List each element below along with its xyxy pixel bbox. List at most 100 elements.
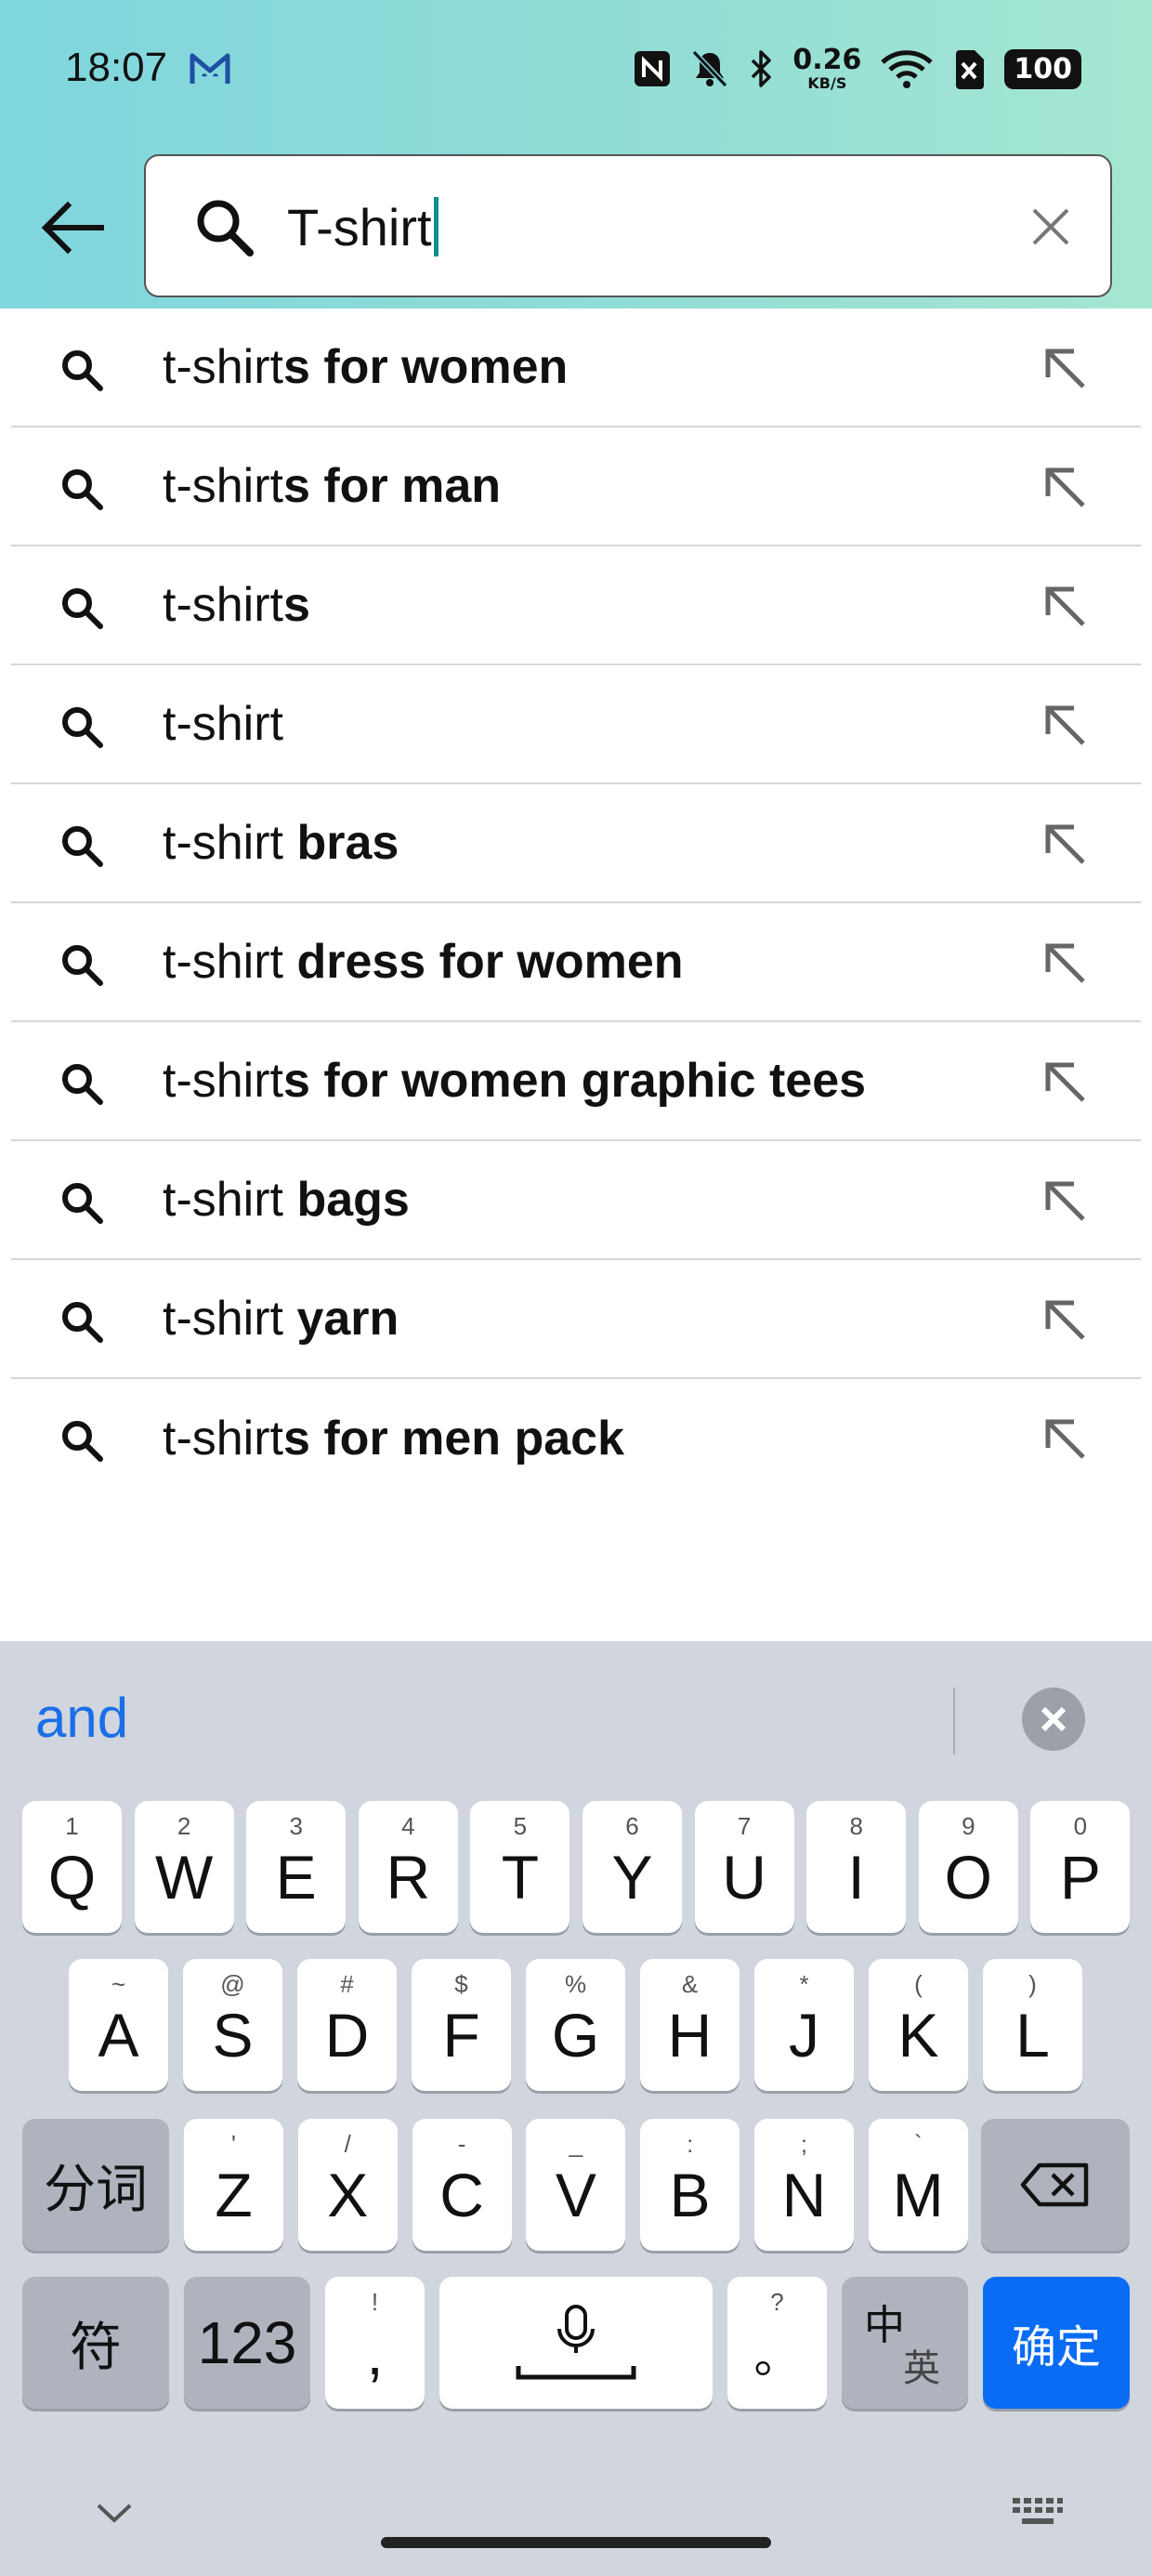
key-hint: * (799, 1970, 809, 1998)
wifi-icon (881, 50, 934, 88)
search-icon (62, 1064, 103, 1105)
net-speed-unit: KB/S (807, 74, 847, 92)
suggestion-item[interactable]: t-shirt yarn (11, 1260, 1141, 1379)
suggestion-text: t-shirts for women (163, 339, 568, 395)
number-key[interactable]: 123 (184, 2277, 310, 2409)
fill-query-arrow-icon[interactable] (1039, 461, 1091, 513)
key-letter[interactable]: -C (412, 2119, 512, 2251)
key-letter[interactable]: ; N (754, 2119, 854, 2251)
key-letter[interactable]: 6Y (583, 1801, 682, 1933)
suggestion-completion: yarn (296, 1292, 399, 1346)
key-label: A (98, 2001, 139, 2070)
confirm-key[interactable]: 确定 (983, 2277, 1130, 2409)
space-key[interactable] (439, 2277, 713, 2409)
key-label: S (212, 2001, 254, 2070)
key-letter[interactable]: 7U (694, 1801, 794, 1933)
clear-search-icon[interactable] (1028, 204, 1073, 249)
suggestion-item[interactable]: t-shirts for women graphic tees (11, 1022, 1141, 1141)
key-letter[interactable]: ' Z (184, 2119, 283, 2251)
key-hint: 6 (625, 1812, 639, 1840)
suggestion-item[interactable]: t-shirts for man (11, 427, 1141, 546)
search-box[interactable]: T-shirt (144, 154, 1112, 297)
back-button[interactable] (37, 191, 108, 265)
key-label: C (439, 2161, 484, 2229)
suggestion-prefix: t-shirt (163, 935, 297, 989)
language-key-bottom: 英 (903, 2347, 940, 2390)
key-letter[interactable]: % G (526, 1959, 625, 2091)
key-letter[interactable]: ` M (868, 2119, 968, 2251)
language-key-top: 中 (864, 2302, 905, 2349)
number-key-label: 123 (197, 2309, 297, 2376)
backspace-key[interactable] (981, 2119, 1130, 2251)
key-label: K (897, 2001, 939, 2070)
fill-query-arrow-icon[interactable] (1039, 580, 1091, 632)
key-letter[interactable]: @ S (183, 1959, 282, 2091)
suggestion-item[interactable]: t-shirts for men pack (11, 1379, 1141, 1498)
suggestion-item[interactable]: t-shirts for women (11, 309, 1141, 427)
fill-query-arrow-icon[interactable] (1039, 342, 1091, 394)
header: 18:07 0.26 KB/S 100 T-shirt (0, 0, 1152, 309)
candidate-word[interactable]: and (35, 1686, 128, 1750)
key-letter[interactable]: 9O (918, 1801, 1018, 1933)
fill-query-arrow-icon[interactable] (1039, 1056, 1091, 1108)
suggestion-item[interactable]: t-shirt bras (11, 784, 1141, 903)
key-hint: ' (231, 2130, 236, 2158)
suggestion-prefix: t-shirt (163, 340, 283, 394)
suggestion-item[interactable]: t-shirt bags (11, 1141, 1141, 1260)
suggestion-completion: bras (296, 816, 399, 870)
key-letter[interactable]: _ V (526, 2119, 626, 2251)
key-hint: # (340, 1970, 354, 1998)
fill-query-arrow-icon[interactable] (1039, 1175, 1091, 1227)
comma-key[interactable]: !, (325, 2277, 425, 2409)
key-letter[interactable]: 4R (358, 1801, 458, 1933)
key-letter[interactable]: 2W (134, 1801, 234, 1933)
segment-key[interactable]: 分词 (22, 2119, 169, 2251)
key-letter[interactable]: (K (869, 1959, 968, 2091)
key-hint: @ (220, 1970, 245, 1998)
fill-query-arrow-icon[interactable] (1039, 699, 1091, 751)
key-letter[interactable]: * J (754, 1959, 854, 2091)
suggestion-item[interactable]: t-shirt dress for women (11, 903, 1141, 1022)
collapse-keyboard-icon[interactable] (93, 2500, 136, 2528)
key-letter[interactable]: ) L (983, 1959, 1082, 2091)
key-letter[interactable]: 5T (470, 1801, 570, 1933)
key-letter[interactable]: 1Q (22, 1801, 122, 1933)
bluetooth-icon (752, 50, 772, 87)
key-letter[interactable]: 3E (246, 1801, 347, 1933)
keyboard-switch-icon[interactable] (1011, 2494, 1065, 2531)
key-hint: 9 (962, 1812, 975, 1840)
key-hint: 0 (1073, 1812, 1088, 1840)
key-letter[interactable]: ~ A (69, 1959, 168, 2091)
key-letter[interactable]: # D (297, 1959, 397, 2091)
status-icons: 0.26 KB/S 100 (633, 41, 1081, 97)
symbol-key[interactable]: 符 (22, 2277, 169, 2409)
language-switch-key[interactable]: 中英 (842, 2277, 968, 2409)
search-icon (62, 1302, 103, 1343)
search-icon (62, 945, 103, 986)
comma-key-label: , (366, 2319, 384, 2387)
suggestion-item[interactable]: t-shirts (11, 546, 1141, 665)
key-letter[interactable]: 0P (1030, 1801, 1131, 1933)
close-candidates-button[interactable] (1022, 1688, 1085, 1751)
key-letter[interactable]: 8I (806, 1801, 907, 1933)
period-key[interactable]: ?。 (727, 2277, 827, 2409)
key-letter[interactable]: & H (640, 1959, 740, 2091)
search-input[interactable]: T-shirt (287, 195, 439, 258)
key-hint: ` (913, 2130, 923, 2158)
suggestion-item[interactable]: t-shirt (11, 665, 1141, 784)
net-speed: 0.26 KB/S (792, 46, 861, 91)
fill-query-arrow-icon[interactable] (1039, 1413, 1091, 1465)
search-icon (197, 200, 254, 256)
key-hint: 1 (65, 1812, 79, 1840)
fill-query-arrow-icon[interactable] (1039, 1294, 1091, 1346)
key-letter[interactable]: / X (297, 2119, 398, 2251)
key-hint: 4 (401, 1812, 415, 1840)
key-label: G (551, 2001, 600, 2070)
key-letter[interactable]: $ F (412, 1959, 511, 2091)
search-icon (62, 469, 103, 510)
confirm-key-label: 确定 (1011, 2321, 1101, 2373)
fill-query-arrow-icon[interactable] (1039, 937, 1091, 989)
key-letter[interactable]: :B (640, 2119, 740, 2251)
fill-query-arrow-icon[interactable] (1039, 818, 1091, 870)
home-indicator[interactable] (381, 2537, 771, 2548)
